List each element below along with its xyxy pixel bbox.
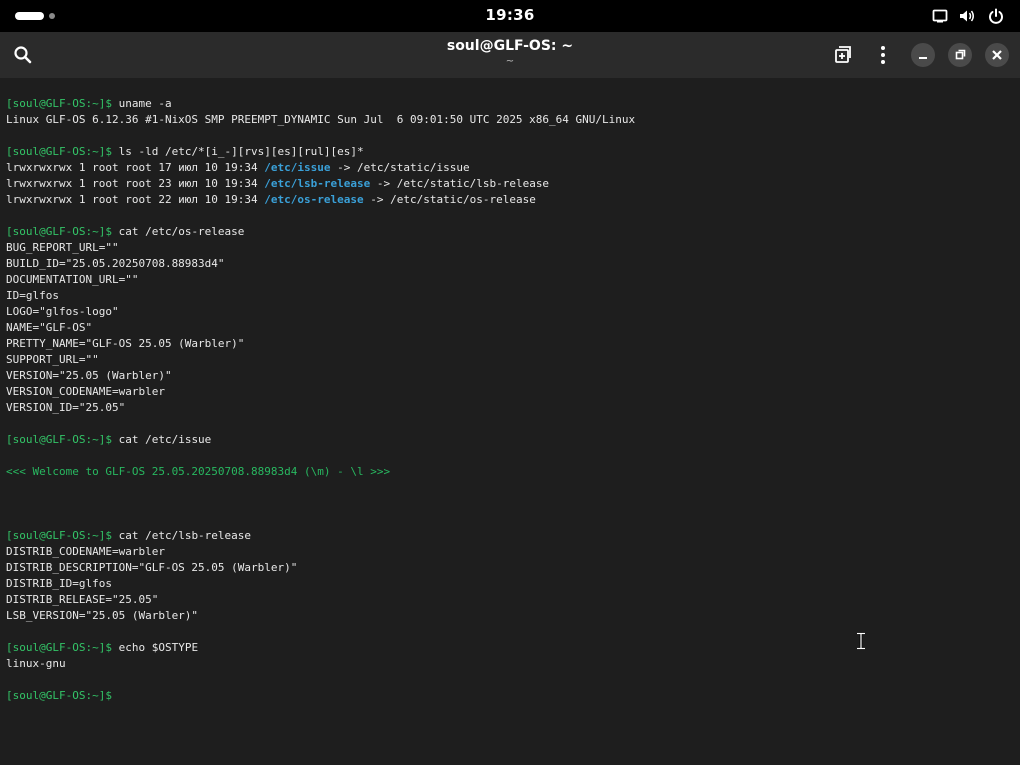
power-icon[interactable] — [988, 8, 1004, 24]
shell-prompt: [soul@GLF-OS:~]$ — [6, 689, 112, 702]
output-line: linux-gnu — [6, 656, 66, 672]
terminal-output[interactable]: [soul@GLF-OS:~]$ uname -a Linux GLF-OS 6.… — [0, 78, 1020, 765]
symlink-name: /etc/lsb-release — [264, 177, 371, 190]
command-line: [soul@GLF-OS:~]$ — [6, 688, 112, 704]
kebab-menu-icon[interactable] — [872, 44, 894, 66]
command-line: [soul@GLF-OS:~]$ ls -ld /etc/*[i_-][rvs]… — [6, 144, 364, 160]
shell-prompt: [soul@GLF-OS:~]$ — [6, 529, 112, 542]
output-line: DOCUMENTATION_URL="" — [6, 272, 138, 288]
command-line: [soul@GLF-OS:~]$ echo $OSTYPE — [6, 640, 198, 656]
symlink-target: -> /etc/static/issue — [330, 161, 470, 174]
minimize-button[interactable] — [911, 43, 935, 67]
symlink-target: -> /etc/static/os-release — [363, 193, 536, 206]
output-text: BUILD_ID="25.05.20250708.88983d4" — [6, 257, 225, 270]
output-text: DISTRIB_DESCRIPTION="GLF-OS 25.05 (Warbl… — [6, 561, 298, 574]
output-line: lrwxrwxrwx 1 root root 23 июл 10 19:34 /… — [6, 176, 549, 192]
shell-prompt: [soul@GLF-OS:~]$ — [6, 225, 112, 238]
output-text: SUPPORT_URL="" — [6, 353, 99, 366]
output-line: PRETTY_NAME="GLF-OS 25.05 (Warbler)" — [6, 336, 244, 352]
output-line: VERSION_CODENAME=warbler — [6, 384, 165, 400]
maximize-button[interactable] — [948, 43, 972, 67]
command-text: cat /etc/lsb-release — [111, 529, 252, 542]
command-line: [soul@GLF-OS:~]$ cat /etc/issue — [6, 432, 211, 448]
close-button[interactable] — [985, 43, 1009, 67]
output-text: VERSION="25.05 (Warbler)" — [6, 369, 172, 382]
new-tab-icon[interactable] — [832, 44, 854, 66]
output-text: VERSION_ID="25.05" — [6, 401, 126, 414]
output-text: LSB_VERSION="25.05 (Warbler)" — [6, 609, 199, 622]
output-line: SUPPORT_URL="" — [6, 352, 99, 368]
window-header-bar: soul@GLF-OS: ~ ~ — [0, 32, 1020, 78]
window-subtitle: ~ — [505, 56, 515, 67]
symlink-name: /etc/os-release — [264, 193, 364, 206]
output-line: NAME="GLF-OS" — [6, 320, 92, 336]
output-text: lrwxrwxrwx 1 root root 23 июл 10 19:34 — [6, 177, 265, 190]
output-line: DISTRIB_RELEASE="25.05" — [6, 592, 158, 608]
output-text: ID=glfos — [6, 289, 59, 302]
window-title: soul@GLF-OS: ~ — [446, 38, 574, 54]
output-text: DISTRIB_CODENAME=warbler — [6, 545, 165, 558]
output-line: lrwxrwxrwx 1 root root 17 июл 10 19:34 /… — [6, 160, 470, 176]
command-text: uname -a — [111, 97, 172, 110]
minimize-icon — [919, 57, 927, 59]
shell-prompt: [soul@GLF-OS:~]$ — [6, 433, 112, 446]
output-text: PRETTY_NAME="GLF-OS 25.05 (Warbler)" — [6, 337, 245, 350]
output-text: LOGO="glfos-logo" — [6, 305, 119, 318]
output-line: BUG_REPORT_URL="" — [6, 240, 119, 256]
text-cursor-icon — [857, 632, 865, 650]
shell-prompt: [soul@GLF-OS:~]$ — [6, 97, 112, 110]
volume-icon[interactable] — [959, 8, 975, 24]
output-text: linux-gnu — [6, 657, 66, 670]
maximize-icon — [955, 49, 966, 60]
screen-icon[interactable] — [932, 8, 948, 24]
command-text: echo $OSTYPE — [111, 641, 199, 654]
clock[interactable]: 19:36 — [0, 6, 1020, 24]
output-text: DISTRIB_ID=glfos — [6, 577, 112, 590]
output-text: BUG_REPORT_URL="" — [6, 241, 119, 254]
output-text: DISTRIB_RELEASE="25.05" — [6, 593, 159, 606]
system-top-bar: 19:36 — [0, 0, 1020, 32]
output-line: <<< Welcome to GLF-OS 25.05.20250708.889… — [6, 464, 390, 480]
output-text: lrwxrwxrwx 1 root root 22 июл 10 19:34 — [6, 193, 265, 206]
output-text: VERSION_CODENAME=warbler — [6, 385, 165, 398]
output-line: LOGO="glfos-logo" — [6, 304, 119, 320]
command-line: [soul@GLF-OS:~]$ uname -a — [6, 96, 172, 112]
output-text: DOCUMENTATION_URL="" — [6, 273, 139, 286]
output-text: Linux GLF-OS 6.12.36 #1-NixOS SMP PREEMP… — [6, 113, 636, 126]
issue-welcome-text: <<< Welcome to GLF-OS 25.05.20250708.889… — [6, 465, 391, 478]
output-text: NAME="GLF-OS" — [6, 321, 93, 334]
output-line: VERSION_ID="25.05" — [6, 400, 125, 416]
shell-prompt: [soul@GLF-OS:~]$ — [6, 641, 112, 654]
command-line: [soul@GLF-OS:~]$ cat /etc/os-release — [6, 224, 244, 240]
shell-prompt: [soul@GLF-OS:~]$ — [6, 145, 112, 158]
output-line: DISTRIB_CODENAME=warbler — [6, 544, 165, 560]
close-icon — [992, 50, 1002, 60]
output-line: DISTRIB_ID=glfos — [6, 576, 112, 592]
output-line: DISTRIB_DESCRIPTION="GLF-OS 25.05 (Warbl… — [6, 560, 297, 576]
output-text: lrwxrwxrwx 1 root root 17 июл 10 19:34 — [6, 161, 265, 174]
command-line: [soul@GLF-OS:~]$ cat /etc/lsb-release — [6, 528, 251, 544]
output-line: VERSION="25.05 (Warbler)" — [6, 368, 172, 384]
command-text: ls -ld /etc/*[i_-][rvs][es][rul][es]* — [111, 145, 364, 158]
symlink-target: -> /etc/static/lsb-release — [370, 177, 550, 190]
command-text: cat /etc/issue — [111, 433, 212, 446]
output-line: BUILD_ID="25.05.20250708.88983d4" — [6, 256, 225, 272]
output-line: LSB_VERSION="25.05 (Warbler)" — [6, 608, 198, 624]
output-line: ID=glfos — [6, 288, 59, 304]
output-line: lrwxrwxrwx 1 root root 22 июл 10 19:34 /… — [6, 192, 536, 208]
output-line: Linux GLF-OS 6.12.36 #1-NixOS SMP PREEMP… — [6, 112, 635, 128]
symlink-name: /etc/issue — [264, 161, 331, 174]
command-text: cat /etc/os-release — [111, 225, 245, 238]
